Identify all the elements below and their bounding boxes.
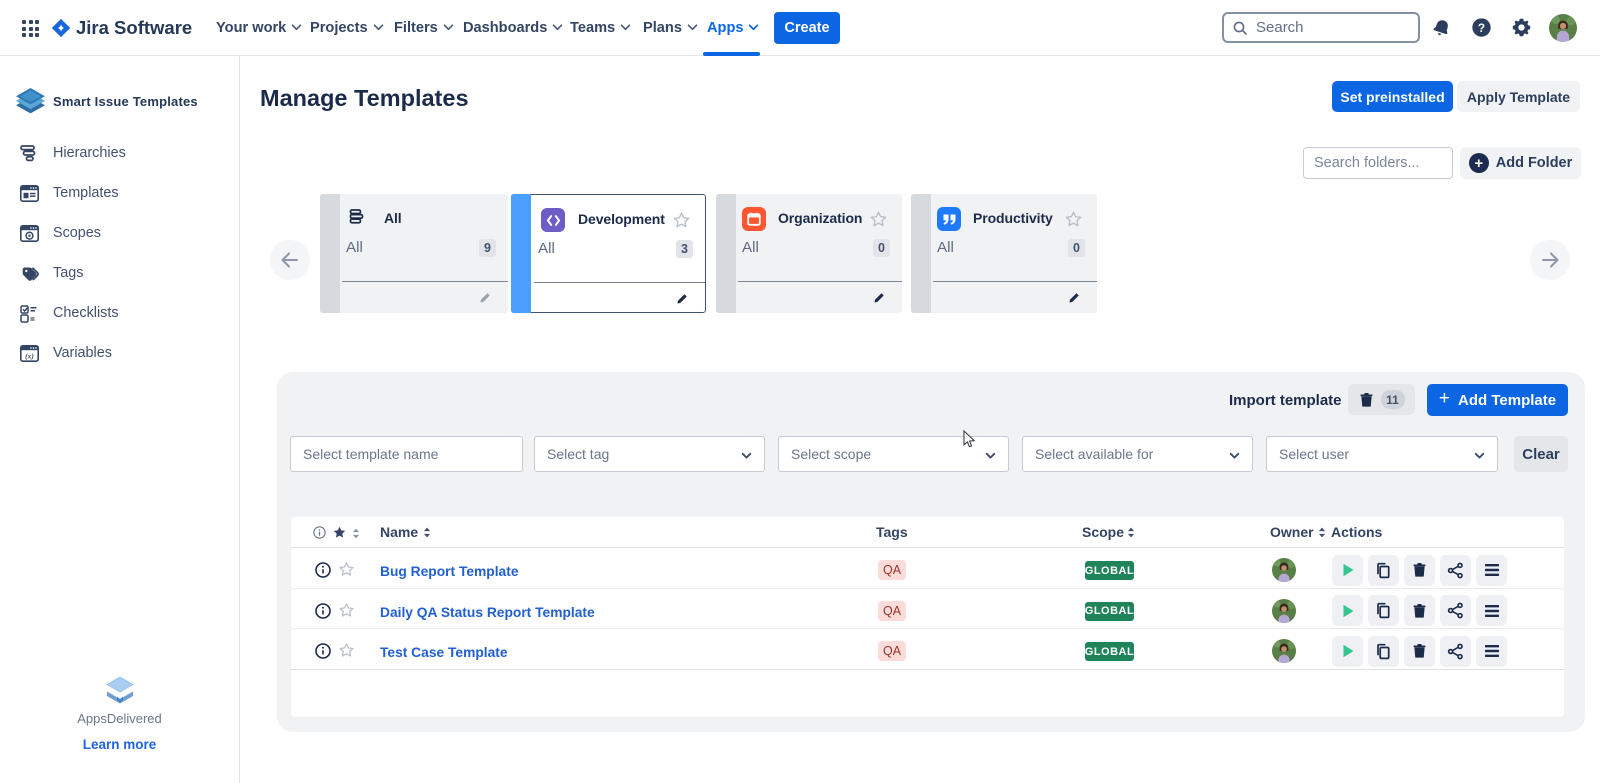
- svg-text:(x): (x): [25, 351, 34, 360]
- svg-text:?: ?: [1478, 21, 1485, 35]
